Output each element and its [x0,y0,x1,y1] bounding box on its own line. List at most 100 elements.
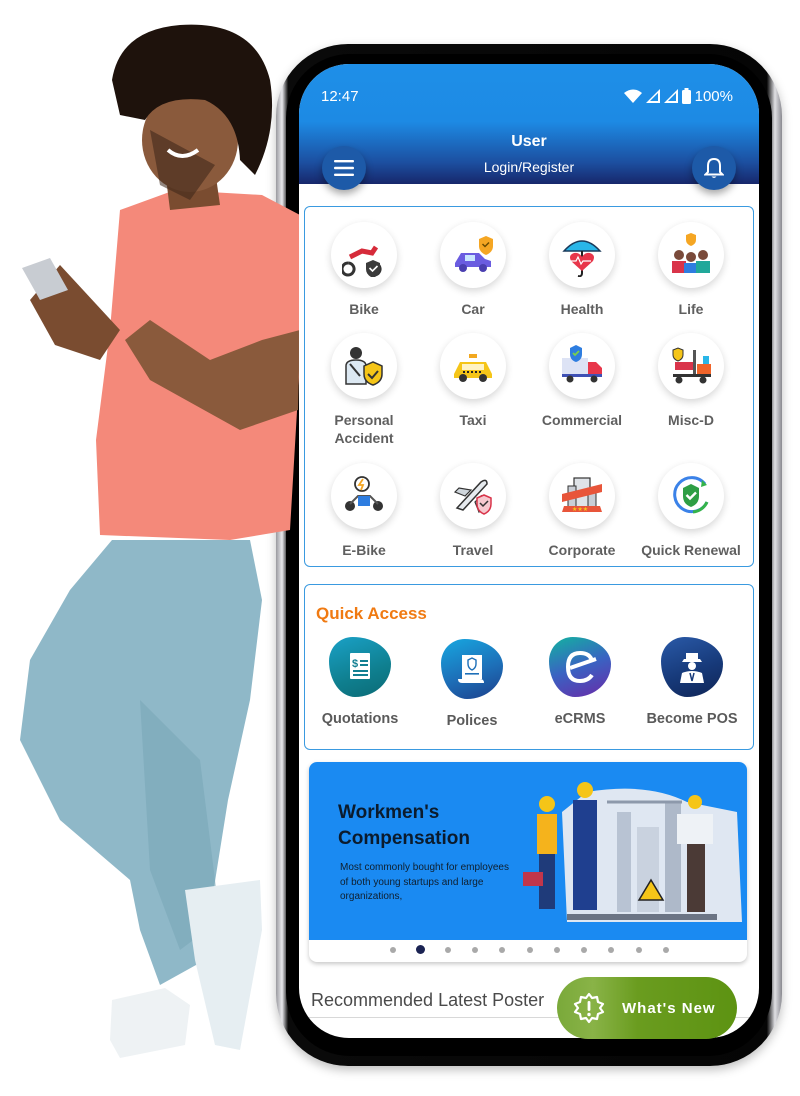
umbrella-heart-icon [562,240,602,277]
carousel-dot[interactable] [471,947,478,953]
recommended-section-title: Recommended Latest Poster [311,990,545,1010]
forklift-icon [672,347,711,384]
quick-access-polices[interactable]: Polices [417,639,527,729]
quick-access-quotations[interactable]: $ Quotations [305,637,415,727]
ecrms-logo-icon [549,637,611,697]
category-label: Misc-D [668,412,714,428]
bell-icon [704,157,724,178]
carousel-dot[interactable] [444,947,451,953]
alert-badge-icon [573,992,605,1024]
taxi-icon [454,354,492,382]
bike-shield-icon [342,245,382,277]
policy-scroll-icon [441,639,503,699]
carousel-dot[interactable] [553,947,560,953]
category-grid: Bike Car Health Life Personal Accident Taxi Co… [305,207,753,566]
building-ribbon-icon: ★★★ [562,477,602,513]
quick-access-label: eCRMS [554,711,606,727]
notification-button[interactable] [692,146,736,190]
signal-icon [663,89,678,103]
banner-description: Most commonly bought for employees of bo… [340,862,509,902]
category-icon-circle [549,222,615,288]
category-commercial[interactable]: Commercial [527,333,637,429]
category-label: Bike [349,301,379,317]
carousel-dots [309,945,747,955]
signal-icon [645,89,660,103]
truck-shield-icon [562,345,602,383]
svg-text:★★★: ★★★ [572,506,588,513]
category-quick-renewal[interactable]: Quick Renewal [636,463,746,559]
status-icons: 100% [623,87,733,105]
whats-new-label: What's New [622,999,716,1017]
agent-icon-glyph [680,653,704,683]
hamburger-menu-icon [334,160,354,176]
user-title: User [511,133,547,150]
category-corporate[interactable]: ★★★ Corporate [527,463,637,559]
car-shield-icon [455,236,493,272]
category-label: Commercial [541,412,623,428]
quick-access-title: Quick Access [316,604,427,623]
carousel-dot[interactable] [415,945,425,954]
login-register-link[interactable]: Login/Register [299,159,759,175]
carousel-dot[interactable] [663,947,669,953]
status-bar: 12:47 100% [321,86,733,106]
category-label: Health [560,301,604,317]
carousel-dot[interactable] [581,947,588,953]
quotation-document-icon-glyph: $ [350,653,370,679]
category-icon-circle: ★★★ [549,463,615,529]
category-icon-circle [331,222,397,288]
promo-banner[interactable]: Workmen's Compensation Most commonly bou… [309,762,747,940]
category-label: E-Bike [342,542,386,558]
carousel-dot[interactable] [390,947,396,953]
carousel-dot[interactable] [608,947,615,953]
app-header: 12:47 100% User Login/Register [299,64,759,184]
banner-title-line1: Workmen's [338,802,440,823]
category-personal-accident[interactable]: Personal Accident [309,333,419,447]
family-shield-icon [672,233,710,273]
category-label: Personal Accident [334,412,394,446]
wifi-icon [623,89,642,103]
quick-access-ecrms[interactable]: eCRMS [525,637,635,727]
battery-level: 100% [694,87,733,105]
phone-screen: 12:47 100% User Login/Register Bike Car He… [299,64,759,1038]
category-travel[interactable]: Travel [418,463,528,559]
svg-text:$: $ [352,658,358,670]
battery-icon [681,88,691,104]
category-label: Quick Renewal [641,542,741,558]
category-icon-circle [440,333,506,399]
injured-person-shield-icon [345,347,383,386]
category-icon-circle [331,463,397,529]
category-misc-d[interactable]: Misc-D [636,333,746,429]
carousel-dot[interactable] [526,947,533,953]
category-life[interactable]: Life [636,222,746,318]
electric-bike-icon [345,476,383,511]
category-car[interactable]: Car [418,222,528,318]
quick-access-label: Polices [446,713,498,729]
insurance-categories-panel: Bike Car Health Life Personal Accident Taxi Co… [304,206,754,567]
carousel-dot[interactable] [499,947,506,953]
category-taxi[interactable]: Taxi [418,333,528,429]
category-bike[interactable]: Bike [309,222,419,318]
carousel-dot[interactable] [635,947,642,953]
quick-access-become-pos[interactable]: Become POS [637,637,747,727]
ecrms-logo-icon-glyph [565,650,597,684]
whats-new-button[interactable]: What's New [557,977,737,1039]
quick-access-label: Quotations [321,711,399,727]
quotation-document-icon: $ [329,637,391,697]
category-icon-circle [658,463,724,529]
promo-carousel[interactable]: Workmen's Compensation Most commonly bou… [309,762,747,962]
policy-scroll-icon-glyph [458,655,484,683]
status-time: 12:47 [321,87,359,105]
category-health[interactable]: Health [527,222,637,318]
quick-access-label: Become POS [646,711,738,727]
renewal-shield-icon [673,476,709,514]
banner-title: Workmen's Compensation [338,800,470,852]
category-icon-circle [549,333,615,399]
category-icon-circle [440,222,506,288]
quick-access-panel: Quick Access $ Quotations Polices eCRMS Beco… [304,584,754,750]
category-label: Travel [452,542,494,558]
category-icon-circle [440,463,506,529]
menu-button[interactable] [322,146,366,190]
construction-workers-illustration [523,782,742,922]
category-label: Corporate [548,542,616,558]
category-e-bike[interactable]: E-Bike [309,463,419,559]
